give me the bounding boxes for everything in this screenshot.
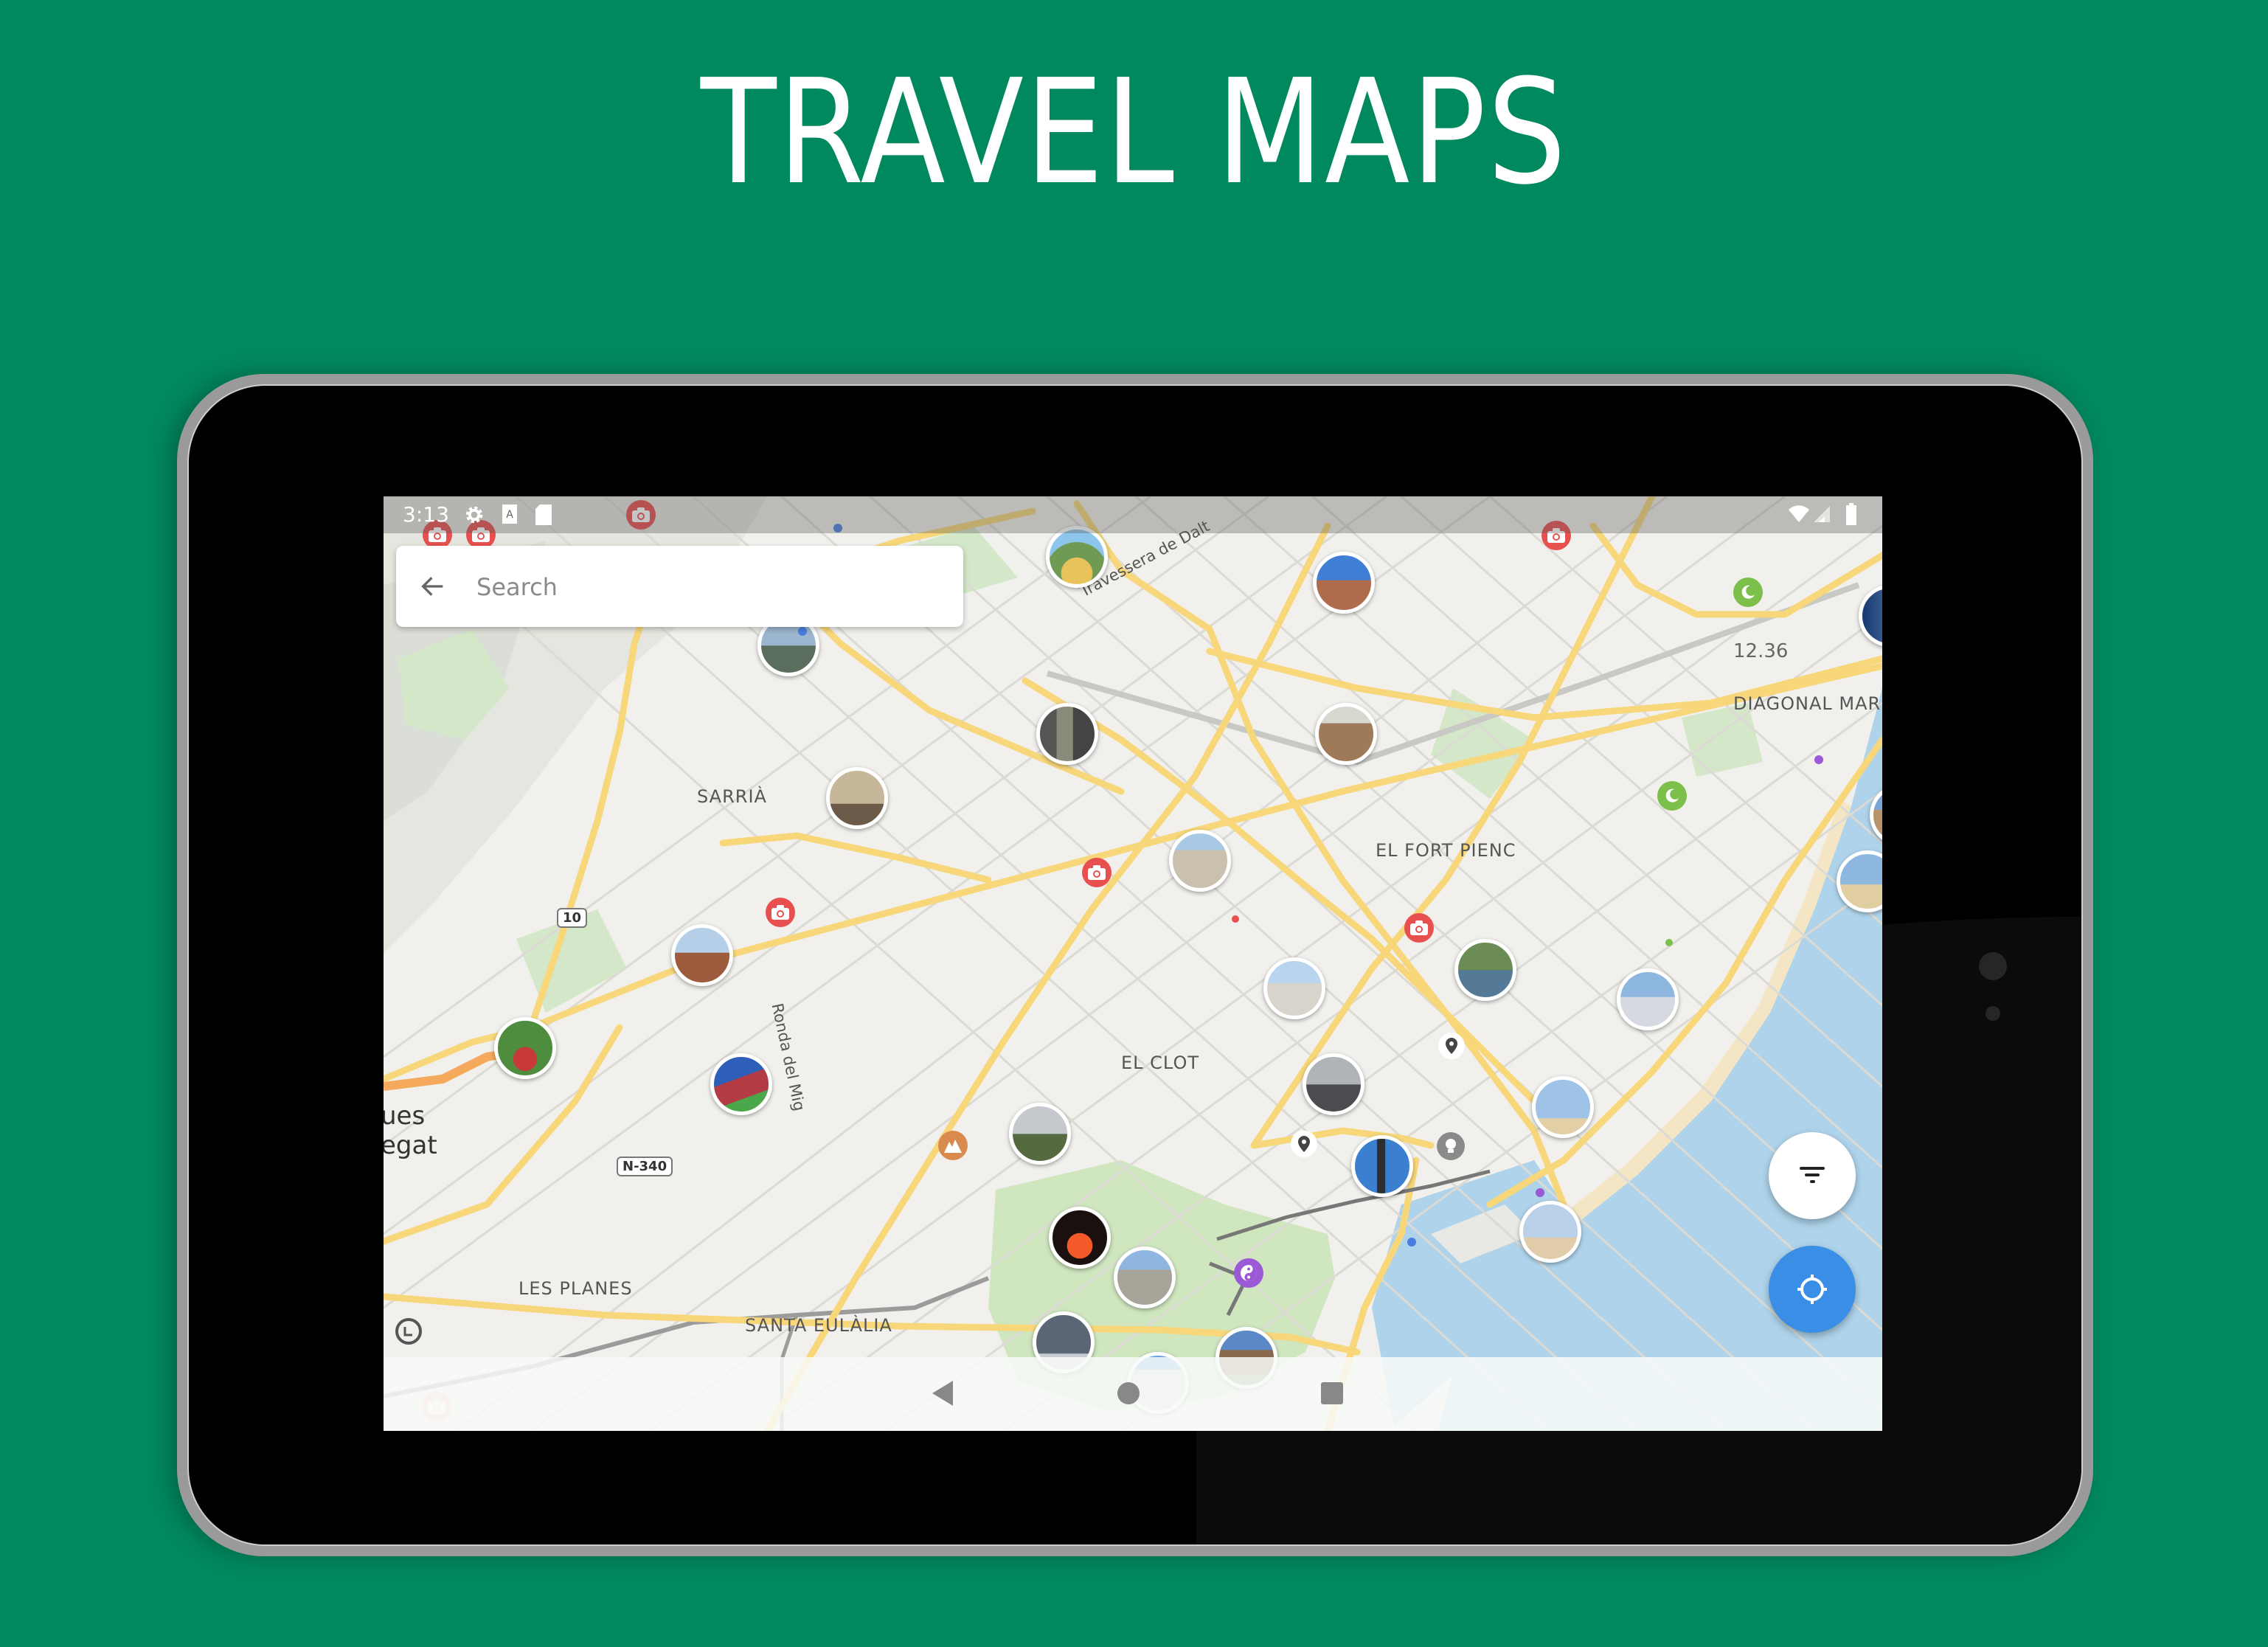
filter-button[interactable]: [1769, 1132, 1856, 1219]
lightbulb-marker[interactable]: [1437, 1132, 1465, 1160]
mountain-icon: [944, 1140, 962, 1153]
filter-icon: [1800, 1167, 1825, 1183]
my-location-button[interactable]: [1769, 1246, 1856, 1333]
photo-marker-gardens-flowers[interactable]: [494, 1017, 556, 1079]
photo-marker-parc-ciutadella[interactable]: [1454, 939, 1516, 1001]
photo-marker-miro-sculpture[interactable]: [1009, 1103, 1071, 1165]
label-el-clot: EL CLOT: [1121, 1053, 1199, 1073]
map-pin-icon: [1298, 1136, 1310, 1152]
label-el-fort-pienc: EL FORT PIENC: [1376, 840, 1516, 861]
arrow-left-icon[interactable]: [418, 572, 448, 601]
pin-marker[interactable]: [1438, 1033, 1465, 1059]
label-les-planes: LES PLANES: [519, 1278, 633, 1299]
photo-marker-beach-2[interactable]: [1532, 1076, 1594, 1138]
photo-marker-port-olimpic[interactable]: [1617, 968, 1679, 1030]
signal-icon: [1814, 506, 1830, 522]
photo-marker-camp-nou-stadium[interactable]: [710, 1053, 772, 1115]
label-santa-eulalia: SANTA EULÀLIA: [745, 1315, 892, 1336]
sd-card-icon: [535, 504, 552, 525]
camera-marker[interactable]: [1404, 913, 1434, 943]
photo-marker-magic-fountain[interactable]: [1049, 1207, 1111, 1269]
photo-marker-hospital-sant-pau[interactable]: [1313, 552, 1375, 614]
photo-marker-sagrada-familia[interactable]: [1315, 703, 1377, 765]
yin-yang-icon: [1241, 1265, 1257, 1281]
photo-marker-plaza-fountain[interactable]: [1303, 1053, 1364, 1115]
photo-marker-sarria-building[interactable]: [826, 767, 888, 829]
photo-marker-hotel-arts[interactable]: [1519, 1201, 1581, 1263]
park-marker[interactable]: [1733, 578, 1763, 607]
label-sarria: SARRIÀ: [697, 786, 767, 807]
photo-marker-arc-de-triomf[interactable]: [1263, 957, 1325, 1019]
photo-marker-park-guell[interactable]: [1046, 526, 1108, 588]
keyboard-a-icon: A: [502, 504, 517, 524]
photo-marker-columbus-monument[interactable]: [1351, 1135, 1413, 1197]
search-bar: [396, 546, 963, 628]
light-sensor: [1986, 1006, 2000, 1021]
app-screen: EL CLOT DIAGONAL MAR SARRIÀ EL FORT PIEN…: [384, 496, 1882, 1431]
status-time: 3:13: [403, 502, 449, 527]
battery-icon: [1846, 503, 1856, 525]
camera-icon: [1410, 920, 1428, 935]
transit-icon: [403, 1327, 412, 1336]
mountain-marker[interactable]: [938, 1131, 968, 1160]
location-dot: [1232, 915, 1239, 923]
camera-marker[interactable]: [1082, 858, 1112, 887]
road-shield-10: 10: [557, 908, 588, 928]
photo-marker-pedralbes-palace[interactable]: [671, 924, 733, 986]
nav-recents-button[interactable]: [1320, 1381, 1344, 1405]
photo-marker-montjuic-museum[interactable]: [1114, 1246, 1176, 1308]
settings-icon: [465, 506, 483, 524]
location-dot: [1665, 939, 1673, 946]
banner-title: TRAVEL MAPS: [700, 49, 1568, 217]
status-bar: 3:13 A: [384, 496, 1882, 533]
camera-icon: [771, 905, 789, 920]
location-dot: [1536, 1188, 1544, 1197]
road-shield-n340: N-340: [617, 1157, 673, 1176]
nav-home-button[interactable]: [1116, 1381, 1141, 1406]
photo-marker-sagrada-familia-facade[interactable]: [1036, 703, 1098, 765]
lightbulb-icon: [1446, 1139, 1456, 1153]
map-pin-icon: [1446, 1038, 1457, 1054]
pin-marker[interactable]: [1291, 1131, 1317, 1157]
park-marker[interactable]: [1657, 781, 1687, 811]
route-point-dot: [1407, 1238, 1416, 1246]
camera-marker[interactable]: [766, 898, 795, 927]
my-location-icon: [1797, 1275, 1827, 1304]
yin-yang-marker[interactable]: [1234, 1258, 1263, 1288]
label-hospitalet-1: ues: [384, 1101, 426, 1131]
label-hospitalet-2: egat: [384, 1131, 437, 1160]
system-nav-bar: [384, 1357, 1882, 1431]
camera-icon: [1088, 865, 1106, 880]
label-diagonal-mar: DIAGONAL MAR: [1733, 693, 1882, 714]
photo-marker-casa-mila[interactable]: [1169, 830, 1231, 892]
nav-back-button[interactable]: [931, 1379, 954, 1407]
location-dot: [1814, 755, 1823, 764]
front-camera: [1979, 952, 2007, 980]
moon-icon: [1665, 788, 1679, 802]
wifi-icon: [1789, 505, 1809, 522]
elevation-label: 12.36: [1733, 640, 1789, 662]
svg-text:A: A: [506, 509, 513, 521]
moon-icon: [1741, 585, 1755, 599]
transit-marker[interactable]: [395, 1318, 422, 1345]
search-input[interactable]: [475, 546, 920, 628]
